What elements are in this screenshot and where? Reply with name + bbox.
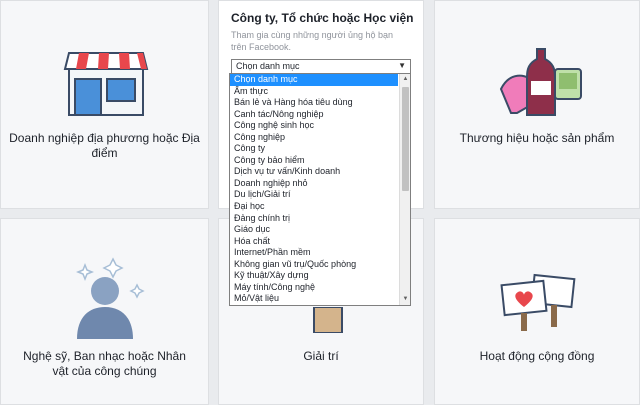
card-local-business[interactable]: Doanh nghiệp địa phương hoặc Địa điểm (0, 0, 209, 209)
entertainment-icon (313, 306, 343, 334)
dropdown-option[interactable]: Mỏ/Vật liệu (230, 293, 398, 305)
card-label-brand: Thương hiệu hoặc sản phẩm (459, 131, 615, 145)
scrollbar-thumb[interactable] (402, 87, 409, 191)
card-community[interactable]: Hoạt động cộng đồng (434, 218, 640, 405)
scroll-down-arrow-icon[interactable]: ▼ (400, 294, 410, 305)
public-figure-icon (69, 255, 149, 339)
brand-products-icon (497, 45, 583, 119)
dropdown-options: Chọn danh mục Ẩm thực Bán lẻ và Hàng hóa t… (230, 74, 410, 305)
community-signs-icon (497, 271, 581, 331)
card-brand[interactable]: Thương hiệu hoặc sản phẩm (434, 0, 640, 209)
dropdown-option[interactable]: Chọn danh mục (230, 74, 398, 86)
card-label-entertainment: Giải trí (303, 349, 339, 363)
dropdown-option[interactable]: Kỹ thuật/Xây dựng (230, 270, 398, 282)
dropdown-option[interactable]: Doanh nghiệp nhỏ (230, 178, 398, 190)
dropdown-option[interactable]: Công ty (230, 143, 398, 155)
dropdown-option[interactable]: Ẩm thực (230, 86, 398, 98)
category-select[interactable]: Chọn danh mục ▼ (231, 59, 411, 74)
card-label-community: Hoạt động cộng đồng (479, 349, 595, 363)
picker-title: Công ty, Tổ chức hoặc Học viện (231, 11, 414, 25)
card-label-local-business: Doanh nghiệp địa phương hoặc Địa điểm (9, 131, 200, 160)
dropdown-option[interactable]: Không gian vũ trụ/Quốc phòng (230, 259, 398, 271)
dropdown-option[interactable]: Công nghệ sinh học (230, 120, 398, 132)
dropdown-option[interactable]: Dịch vụ tư vấn/Kinh doanh (230, 166, 398, 178)
picker-description: Tham gia cùng những người ủng hộ bạn trê… (231, 30, 394, 52)
dropdown-option[interactable]: Hóa chất (230, 236, 398, 248)
dropdown-option[interactable]: Bán lẻ và Hàng hóa tiêu dùng (230, 97, 398, 109)
category-dropdown-list[interactable]: Chọn danh mục Ẩm thực Bán lẻ và Hàng hóa t… (229, 73, 411, 306)
scroll-up-arrow-icon[interactable]: ▲ (400, 74, 410, 85)
dropdown-option[interactable]: Công ty bảo hiểm (230, 155, 398, 167)
dropdown-option[interactable]: Canh tác/Nông nghiệp (230, 109, 398, 121)
dropdown-option[interactable]: Đảng chính trị (230, 213, 398, 225)
card-artist[interactable]: Nghệ sỹ, Ban nhạc hoặc Nhân vật của công… (0, 218, 209, 405)
dropdown-option[interactable]: Du lịch/Giải trí (230, 189, 398, 201)
chevron-down-icon: ▼ (398, 61, 406, 70)
storefront-icon (63, 47, 149, 117)
dropdown-option[interactable]: Máy tính/Công nghệ (230, 282, 398, 294)
category-select-value: Chọn danh mục (236, 61, 300, 71)
dropdown-scrollbar[interactable]: ▲ ▼ (399, 74, 410, 305)
dropdown-option[interactable]: Công nghiệp (230, 132, 398, 144)
card-label-artist: Nghệ sỹ, Ban nhạc hoặc Nhân vật của công… (23, 349, 186, 378)
dropdown-option[interactable]: Internet/Phần mềm (230, 247, 398, 259)
dropdown-option[interactable]: Giáo dục (230, 224, 398, 236)
dropdown-option[interactable]: Đại học (230, 201, 398, 213)
